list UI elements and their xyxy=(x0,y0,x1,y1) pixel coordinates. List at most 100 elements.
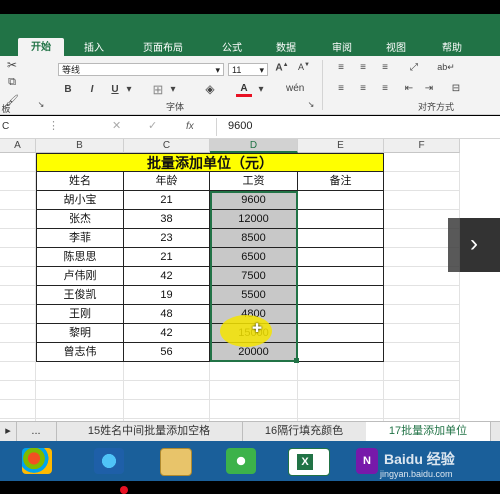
fill-handle[interactable] xyxy=(294,358,299,363)
clipboard-launcher-icon[interactable]: ↘ xyxy=(36,100,46,109)
chevron-down-icon[interactable]: ▾ xyxy=(256,84,266,95)
cell[interactable] xyxy=(298,400,384,419)
cell[interactable] xyxy=(124,362,210,381)
cell-salary[interactable]: 5500 xyxy=(210,286,298,305)
cell-notes[interactable] xyxy=(298,267,384,286)
shrink-font-button[interactable]: A▼ xyxy=(296,62,312,72)
align-right-icon[interactable]: ≡ xyxy=(378,83,392,94)
col-header-a[interactable]: A xyxy=(0,139,36,153)
cell[interactable] xyxy=(0,305,36,324)
font-color-icon[interactable]: A xyxy=(236,83,252,97)
cell-notes[interactable] xyxy=(298,286,384,305)
cell-name[interactable]: 陈思思 xyxy=(36,248,124,267)
font-name-select[interactable]: 等线 ▾ xyxy=(58,63,224,76)
tab-data[interactable]: 数据 xyxy=(262,41,310,57)
align-center-icon[interactable]: ≡ xyxy=(356,83,370,94)
ie-icon[interactable] xyxy=(94,448,124,474)
tab-review[interactable]: 审阅 xyxy=(318,41,366,57)
header-salary[interactable]: 工资 xyxy=(210,172,298,191)
enter-icon[interactable]: ✓ xyxy=(148,119,160,134)
cell[interactable] xyxy=(384,324,460,343)
cell[interactable] xyxy=(0,210,36,229)
copy-icon[interactable]: ⧉ xyxy=(4,76,20,89)
cell-notes[interactable] xyxy=(298,305,384,324)
bold-button[interactable]: B xyxy=(62,84,74,95)
cell[interactable] xyxy=(0,286,36,305)
cell[interactable] xyxy=(384,153,460,172)
cell[interactable] xyxy=(210,381,298,400)
cell[interactable] xyxy=(384,400,460,419)
tab-page-layout[interactable]: 页面布局 xyxy=(128,41,198,57)
tab-help[interactable]: 帮助 xyxy=(428,41,476,57)
cell[interactable] xyxy=(0,400,36,419)
table-title[interactable]: 批量添加单位（元） xyxy=(36,153,384,172)
cell[interactable] xyxy=(0,267,36,286)
cell[interactable] xyxy=(0,324,36,343)
wrap-text-icon[interactable]: ab↵ xyxy=(436,62,456,73)
grow-font-button[interactable]: A▲ xyxy=(274,62,290,73)
chevron-down-icon[interactable]: ▾ xyxy=(124,84,134,95)
cell[interactable] xyxy=(0,362,36,381)
start-icon[interactable] xyxy=(22,448,52,474)
cell-notes[interactable] xyxy=(298,191,384,210)
cell[interactable] xyxy=(298,362,384,381)
cell[interactable] xyxy=(384,343,460,362)
cell-name[interactable]: 曾志伟 xyxy=(36,343,124,362)
cell[interactable] xyxy=(124,400,210,419)
onenote-icon[interactable]: N xyxy=(356,448,378,474)
next-arrow-button[interactable]: › xyxy=(448,218,500,272)
cell[interactable] xyxy=(384,362,460,381)
cell[interactable] xyxy=(36,381,124,400)
cell-notes[interactable] xyxy=(298,210,384,229)
cell-age[interactable]: 56 xyxy=(124,343,210,362)
cell[interactable] xyxy=(36,400,124,419)
align-top-icon[interactable]: ≡ xyxy=(334,62,348,73)
cell-name[interactable]: 胡小宝 xyxy=(36,191,124,210)
fill-color-icon[interactable]: ◈ xyxy=(202,82,218,96)
excel-taskbar-icon[interactable]: X xyxy=(288,448,330,476)
cell-name[interactable]: 黎明 xyxy=(36,324,124,343)
cell[interactable] xyxy=(210,362,298,381)
italic-button[interactable]: I xyxy=(86,84,98,95)
tab-home[interactable]: 开始 xyxy=(18,38,64,58)
cell-age[interactable]: 48 xyxy=(124,305,210,324)
folder-icon[interactable] xyxy=(160,448,192,476)
cell-name[interactable]: 李菲 xyxy=(36,229,124,248)
cell[interactable] xyxy=(0,343,36,362)
cell[interactable] xyxy=(0,191,36,210)
col-header-d[interactable]: D xyxy=(210,139,298,153)
col-header-b[interactable]: B xyxy=(36,139,124,153)
app-icon[interactable] xyxy=(226,448,256,474)
cell[interactable] xyxy=(384,172,460,191)
cell-salary[interactable]: 7500 xyxy=(210,267,298,286)
cell[interactable] xyxy=(0,248,36,267)
cell-name[interactable]: 卢伟刚 xyxy=(36,267,124,286)
cell[interactable] xyxy=(384,305,460,324)
sheet-tab-16[interactable]: 16隔行填充颜色 xyxy=(242,422,367,441)
cell-name[interactable]: 王俊凯 xyxy=(36,286,124,305)
cell-notes[interactable] xyxy=(298,343,384,362)
chevron-down-icon[interactable]: ▾ xyxy=(168,84,178,95)
cell[interactable] xyxy=(384,381,460,400)
col-header-e[interactable]: E xyxy=(298,139,384,153)
cell-notes[interactable] xyxy=(298,229,384,248)
cell[interactable] xyxy=(0,381,36,400)
col-header-f[interactable]: F xyxy=(384,139,460,153)
decrease-indent-icon[interactable]: ⇤ xyxy=(402,83,416,94)
cell-name[interactable]: 王刚 xyxy=(36,305,124,324)
cell-notes[interactable] xyxy=(298,324,384,343)
cell-age[interactable]: 42 xyxy=(124,324,210,343)
cell-age[interactable]: 23 xyxy=(124,229,210,248)
cell-age[interactable]: 19 xyxy=(124,286,210,305)
cell-salary[interactable]: 20000 xyxy=(210,343,298,362)
borders-icon[interactable]: ⊞ xyxy=(150,82,166,98)
cell[interactable] xyxy=(210,400,298,419)
tab-formulas[interactable]: 公式 xyxy=(208,41,256,57)
cancel-icon[interactable]: ✕ xyxy=(112,119,124,134)
font-launcher-icon[interactable]: ↘ xyxy=(306,100,316,109)
cell[interactable] xyxy=(0,153,36,172)
cell-age[interactable]: 21 xyxy=(124,248,210,267)
cell-age[interactable]: 38 xyxy=(124,210,210,229)
cell[interactable] xyxy=(0,229,36,248)
cell-age[interactable]: 42 xyxy=(124,267,210,286)
